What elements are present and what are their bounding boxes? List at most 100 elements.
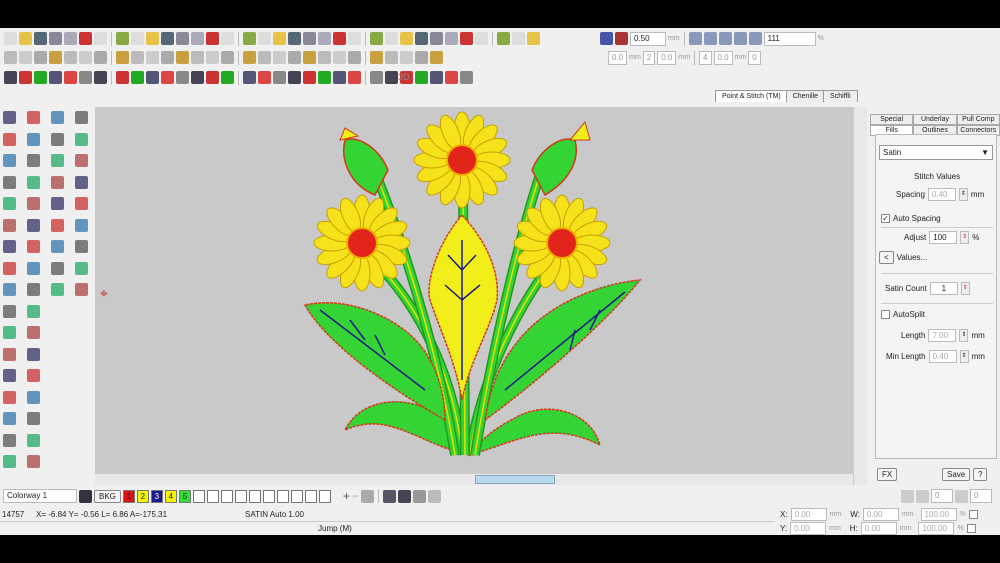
stitch-length-input[interactable]: 0.50 xyxy=(630,31,666,46)
tab-special[interactable]: Special xyxy=(870,114,914,125)
scale-x-input[interactable]: 100.00 xyxy=(920,508,957,521)
length-input[interactable]: 7.00 xyxy=(928,329,957,342)
tool-icon[interactable] xyxy=(273,51,286,64)
adjust-spinner[interactable]: ⇕ xyxy=(960,231,970,244)
help-button[interactable]: ? xyxy=(973,468,988,481)
pen-tool-icon[interactable] xyxy=(49,71,62,84)
spacing-input[interactable]: 0.0 xyxy=(657,50,677,65)
tool-icon[interactable] xyxy=(4,51,17,64)
zoom-fit-icon[interactable] xyxy=(688,32,702,45)
satin-count-spinner[interactable]: ⇕ xyxy=(960,282,970,295)
tool-icon[interactable] xyxy=(430,71,443,84)
digitize-tool-icon[interactable] xyxy=(3,154,16,167)
digitize-tool-icon[interactable] xyxy=(27,197,40,210)
min-length-spinner[interactable]: ⇕ xyxy=(959,350,969,363)
print-icon[interactable] xyxy=(360,489,374,503)
tool-icon[interactable] xyxy=(191,71,204,84)
color-icon[interactable] xyxy=(600,32,613,45)
cut-icon[interactable] xyxy=(146,32,159,45)
tool-icon[interactable] xyxy=(445,32,458,45)
tool-icon[interactable] xyxy=(415,71,428,84)
fill-icon[interactable] xyxy=(273,32,286,45)
tool-icon[interactable] xyxy=(146,71,159,84)
color-swatch-4[interactable]: 4 xyxy=(164,489,177,503)
tool-icon[interactable] xyxy=(348,51,361,64)
digitize-tool-icon[interactable] xyxy=(51,283,64,296)
satin-tool-icon[interactable] xyxy=(34,71,47,84)
digitize-tool-icon[interactable] xyxy=(27,412,40,425)
tool-icon[interactable] xyxy=(273,71,286,84)
tool-icon[interactable] xyxy=(318,51,331,64)
tool-icon[interactable] xyxy=(131,71,144,84)
tab-chenille[interactable]: Chenille xyxy=(785,90,826,102)
tool-icon[interactable] xyxy=(191,51,204,64)
tool-icon[interactable] xyxy=(430,51,443,64)
satin-icon[interactable] xyxy=(258,32,271,45)
run-icon[interactable] xyxy=(303,32,316,45)
points-input[interactable]: 4 xyxy=(699,50,712,65)
zoom-box-icon[interactable] xyxy=(703,32,717,45)
tool-icon[interactable] xyxy=(94,71,107,84)
tool-icon[interactable] xyxy=(221,51,234,64)
tool-icon[interactable] xyxy=(79,51,92,64)
reshape-icon[interactable] xyxy=(19,71,32,84)
select-tool-icon[interactable] xyxy=(4,71,17,84)
empty-color-slot[interactable] xyxy=(234,489,247,503)
tab-underlay[interactable]: Underlay xyxy=(913,114,957,125)
export-icon[interactable] xyxy=(64,32,77,45)
digitize-tool-icon[interactable] xyxy=(51,175,64,189)
stitch-out-icon[interactable] xyxy=(131,32,144,45)
tool-icon[interactable] xyxy=(49,51,62,64)
add-color-icon[interactable]: + xyxy=(343,489,350,503)
tool-icon[interactable] xyxy=(303,51,316,64)
check-icon[interactable] xyxy=(243,32,256,45)
colorway-select[interactable]: Colorway 1 xyxy=(3,489,77,503)
tool-icon[interactable] xyxy=(460,32,473,45)
tool-icon[interactable] xyxy=(445,71,458,84)
fill-type-select[interactable]: Satin ▼ xyxy=(879,145,993,160)
thread-chart-icon[interactable] xyxy=(382,489,396,503)
save-button[interactable]: Save xyxy=(942,468,971,481)
tool-icon[interactable] xyxy=(79,71,92,84)
tool-icon[interactable] xyxy=(385,51,398,64)
satin-count-input[interactable]: 1 xyxy=(929,282,958,295)
properties-icon[interactable] xyxy=(116,32,129,45)
digitize-tool-icon[interactable] xyxy=(27,283,40,296)
digitize-tool-icon[interactable] xyxy=(3,412,16,425)
tool-icon[interactable] xyxy=(303,71,316,84)
digitize-tool-icon[interactable] xyxy=(3,175,16,189)
tool-icon[interactable] xyxy=(460,71,473,84)
mirror-icon[interactable] xyxy=(901,489,914,503)
slant-icon[interactable] xyxy=(955,489,968,503)
bkg-button[interactable]: BKG xyxy=(94,489,121,503)
tool-icon[interactable] xyxy=(400,51,413,64)
digitize-tool-icon[interactable] xyxy=(27,347,40,361)
digitize-tool-icon[interactable] xyxy=(3,304,16,318)
min-length-input[interactable]: 0.40 xyxy=(928,350,957,363)
tool-icon[interactable] xyxy=(243,51,256,64)
fx-button[interactable]: FX xyxy=(877,468,898,481)
scroll-thumb[interactable] xyxy=(475,475,555,484)
3d-view-icon[interactable] xyxy=(415,32,428,45)
digitize-tool-icon[interactable] xyxy=(51,197,64,210)
empty-color-slot[interactable] xyxy=(192,489,205,503)
tool-icon[interactable] xyxy=(512,32,525,45)
empty-color-slot[interactable] xyxy=(276,489,289,503)
tab-pull-comp[interactable]: Pull Comp xyxy=(956,114,1000,125)
colors-icon[interactable] xyxy=(400,32,413,45)
zoom-in-icon[interactable] xyxy=(733,32,747,45)
cancel-icon[interactable] xyxy=(966,524,976,533)
digitize-tool-icon[interactable] xyxy=(27,304,40,318)
preview-icon[interactable] xyxy=(94,32,107,45)
angle-input[interactable]: 0.0 xyxy=(713,50,733,65)
digitize-tool-icon[interactable] xyxy=(51,218,64,232)
tool-icon[interactable] xyxy=(385,71,398,84)
digitize-tool-icon[interactable] xyxy=(3,240,16,253)
slant-input[interactable]: 0 xyxy=(970,489,992,503)
apply-icon[interactable] xyxy=(968,510,978,519)
tool-icon[interactable] xyxy=(34,51,47,64)
auto-spacing-checkbox[interactable]: ✓ xyxy=(881,214,890,223)
tool-icon[interactable] xyxy=(116,51,129,64)
sequence-icon[interactable] xyxy=(397,489,411,503)
digitize-tool-icon[interactable] xyxy=(51,240,64,253)
